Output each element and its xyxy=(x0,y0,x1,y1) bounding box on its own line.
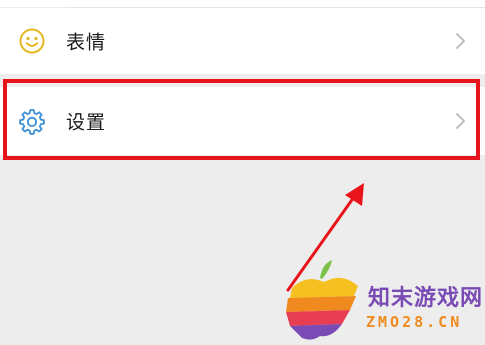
watermark-logo xyxy=(286,260,358,340)
watermark-url: ZMO28.CN xyxy=(366,313,463,331)
watermark-site-name: 知末游戏网 xyxy=(368,286,484,311)
